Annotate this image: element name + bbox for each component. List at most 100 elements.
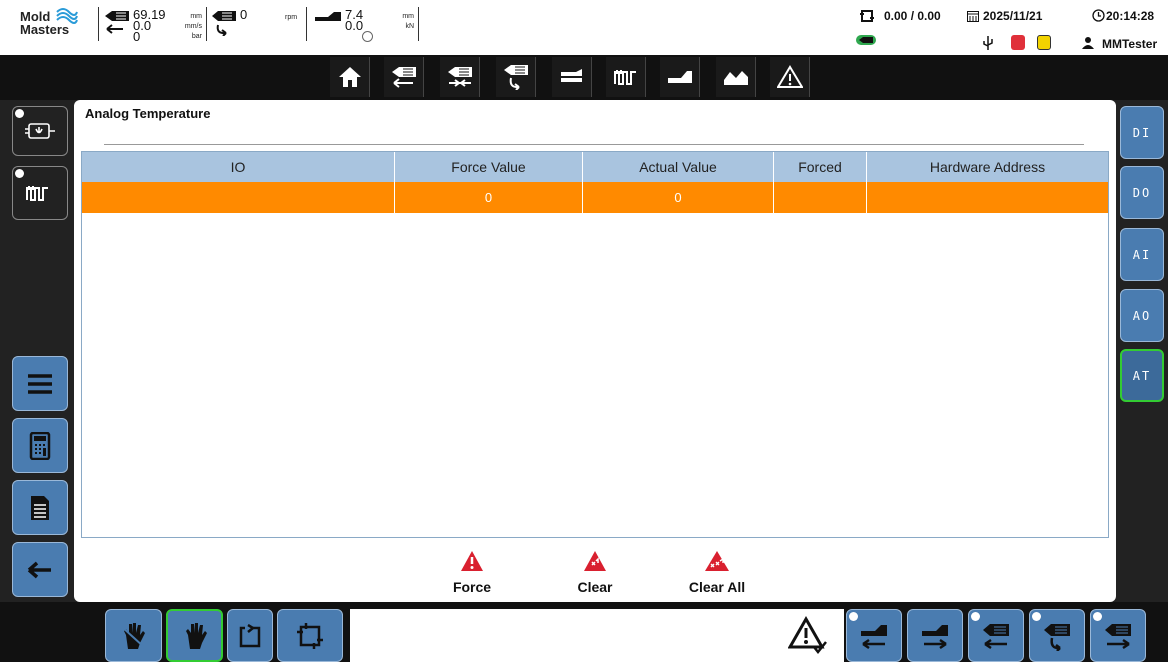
graph-button[interactable] xyxy=(716,57,756,97)
injection-forward-icon xyxy=(1105,623,1131,649)
injection-back-icon xyxy=(983,623,1009,649)
clamp-close-icon xyxy=(922,624,948,649)
clamp-close-button[interactable] xyxy=(907,609,963,662)
clear-all-button[interactable]: Clear All xyxy=(677,550,757,595)
status-indicator-circle xyxy=(362,31,373,42)
injection-icon xyxy=(391,67,416,88)
clear-all-label: Clear All xyxy=(688,579,746,595)
message-area[interactable] xyxy=(350,609,844,662)
document-icon xyxy=(31,495,49,520)
clamp-force: 0.0 xyxy=(345,18,364,33)
document-button[interactable] xyxy=(12,480,68,535)
unit-bar: bar xyxy=(191,33,202,40)
heater-zone-icon xyxy=(26,186,48,201)
power-output-icon xyxy=(25,123,55,139)
home-button[interactable] xyxy=(330,57,370,97)
clamp-open-button[interactable] xyxy=(846,609,902,662)
ejector-button[interactable] xyxy=(552,57,592,97)
user-name[interactable]: MMTester xyxy=(1102,37,1157,51)
injection-hold-icon xyxy=(447,67,472,87)
calculator-button[interactable] xyxy=(12,418,68,473)
home-icon xyxy=(338,67,361,87)
date: 2025/11/21 xyxy=(983,9,1043,23)
column-header-actual-value[interactable]: Actual Value xyxy=(583,152,774,182)
tab-di[interactable]: DI xyxy=(1120,106,1164,159)
auto-cycle-button[interactable] xyxy=(277,609,343,662)
recovery-button[interactable] xyxy=(496,57,536,97)
heater-icon xyxy=(613,70,636,85)
cell-force-value: 0 xyxy=(395,182,583,213)
unit-mm: mm xyxy=(190,13,202,20)
clamp-icon xyxy=(315,12,341,21)
semi-auto-button[interactable] xyxy=(227,609,273,662)
recovery-screw-icon xyxy=(1044,623,1070,651)
column-header-io[interactable]: IO xyxy=(82,152,395,182)
injection-hold-button[interactable] xyxy=(440,57,480,97)
cycle-time: 0.00 / 0.00 xyxy=(884,9,941,23)
status-bar: Mold Masters 69.19 0.0 0 mm mm/s bar 0 r… xyxy=(0,0,1168,55)
title-divider xyxy=(104,144,1084,145)
auto-cycle-icon xyxy=(297,622,323,649)
recovery-screw-button[interactable] xyxy=(1029,609,1085,662)
alarm-icon xyxy=(776,65,803,88)
injection-unit-icon xyxy=(105,11,129,21)
screw-rotation-icon xyxy=(212,11,236,36)
alarm-acknowledge-icon[interactable] xyxy=(788,615,828,655)
tab-do[interactable]: DO xyxy=(1120,166,1164,219)
clear-label: Clear xyxy=(577,579,613,595)
heater-button[interactable] xyxy=(606,57,646,97)
column-header-forced[interactable]: Forced xyxy=(774,152,867,182)
logo-waves-icon xyxy=(56,8,78,24)
calculator-icon xyxy=(29,431,51,460)
unit-mms: mm/s xyxy=(184,23,202,30)
power-output-button[interactable] xyxy=(12,106,68,156)
cell-actual-value: 0 xyxy=(583,182,774,213)
cell-io xyxy=(82,182,395,213)
clear-icon xyxy=(584,551,606,571)
io-table: IO Force Value Actual Value Forced Hardw… xyxy=(81,151,1109,538)
time: 20:14:28 xyxy=(1106,9,1155,23)
menu-button[interactable] xyxy=(12,356,68,411)
clamp-button[interactable] xyxy=(660,57,700,97)
tab-ao[interactable]: AO xyxy=(1120,289,1164,342)
unit-kn: kN xyxy=(405,23,414,30)
injection-back-button[interactable] xyxy=(968,609,1024,662)
back-button[interactable] xyxy=(12,542,68,597)
red-record-icon xyxy=(1011,35,1025,50)
column-header-hardware-address[interactable]: Hardware Address xyxy=(867,152,1108,182)
manual-hand-icon xyxy=(120,622,145,649)
manual-mode-button[interactable] xyxy=(105,609,162,662)
heater-zone-button[interactable] xyxy=(12,166,68,220)
user-icon xyxy=(1082,37,1094,49)
recovery-icon xyxy=(503,65,528,90)
clear-button[interactable]: Clear xyxy=(565,550,625,595)
force-button[interactable]: Force xyxy=(442,550,502,595)
yellow-record-icon xyxy=(1037,35,1051,50)
clamp-icon-toolbar xyxy=(667,71,692,83)
cell-forced xyxy=(774,182,867,213)
usb-icon xyxy=(983,36,993,50)
clock-icon xyxy=(1092,9,1105,22)
tab-at[interactable]: AT xyxy=(1120,349,1164,402)
injection-button[interactable] xyxy=(384,57,424,97)
page-title: Analog Temperature xyxy=(85,106,211,121)
alarm-button[interactable] xyxy=(770,57,810,97)
logo: Mold Masters xyxy=(20,8,78,37)
force-label: Force xyxy=(452,579,492,595)
injection-pressure: 0 xyxy=(133,29,141,44)
semi-auto-icon xyxy=(239,623,261,647)
force-warning-icon xyxy=(461,551,483,571)
tab-ai[interactable]: AI xyxy=(1120,228,1164,281)
hand-mode-button[interactable] xyxy=(166,609,223,662)
clamp-open-icon xyxy=(861,624,887,649)
cycle-icon xyxy=(860,10,874,22)
unit-mm-clamp: mm xyxy=(402,13,414,20)
graph-icon xyxy=(723,71,748,85)
back-arrow-icon xyxy=(27,561,51,578)
clear-all-icon xyxy=(705,551,729,571)
logo-line2: Masters xyxy=(20,22,70,37)
injection-forward-button[interactable] xyxy=(1090,609,1146,662)
column-header-force-value[interactable]: Force Value xyxy=(395,152,583,182)
injection-status-icon xyxy=(856,35,876,45)
calendar-icon xyxy=(967,11,979,22)
